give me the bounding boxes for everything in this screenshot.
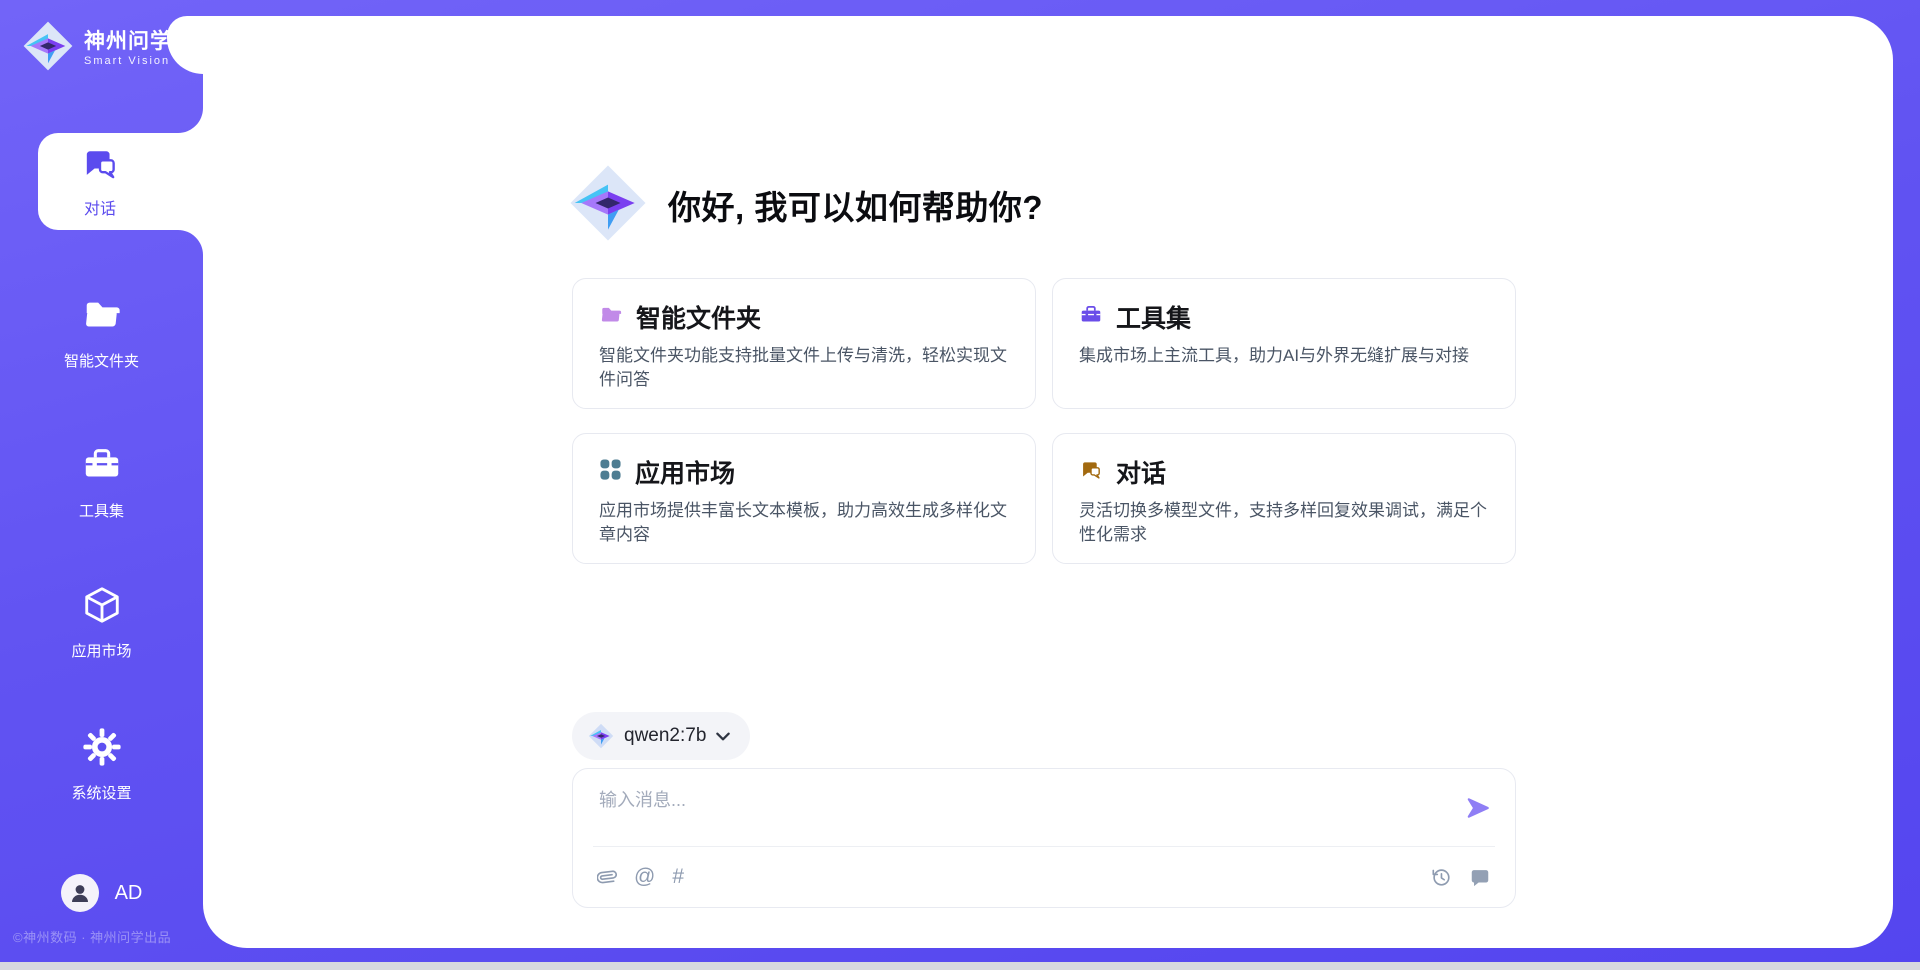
card-title: 应用市场 (635, 454, 735, 490)
composer-right-tools (1430, 866, 1491, 888)
toolbox-icon (81, 444, 123, 491)
card-smart-folder[interactable]: 智能文件夹 智能文件夹功能支持批量文件上传与清洗，轻松实现文件问答 (572, 278, 1036, 409)
paperclip-icon[interactable] (597, 866, 617, 888)
hash-icon[interactable]: # (672, 866, 684, 888)
user-name: AD (115, 882, 143, 905)
gear-icon (81, 726, 123, 773)
brand-name: 神州问学 (84, 30, 172, 54)
sidebar-item-label: 对话 (84, 195, 116, 219)
tab-fillet-bottom (178, 230, 203, 255)
at-icon[interactable]: @ (634, 866, 655, 888)
sidebar: 神州问学 Smart Vision 对话 (0, 0, 203, 970)
chat-icon (80, 144, 120, 189)
sidebar-item-settings[interactable]: 系统设置 (0, 726, 203, 803)
card-description: 集成市场上主流工具，助力AI与外界无缝扩展与对接 (1079, 344, 1489, 368)
brand-subtitle: Smart Vision (84, 54, 172, 68)
message-composer: @ # (572, 768, 1516, 908)
sidebar-item-label: 应用市场 (71, 640, 131, 661)
tab-fillet-top (178, 108, 203, 133)
sidebar-item-app-market[interactable]: 应用市场 (0, 584, 203, 661)
sidebar-item-chat[interactable]: 对话 (38, 133, 203, 230)
avatar (61, 874, 99, 912)
apps-icon (599, 458, 622, 486)
card-title: 智能文件夹 (636, 299, 761, 335)
composer-toolbar: @ # (597, 860, 1491, 894)
greeting: 你好, 我可以如何帮助你? (568, 164, 1043, 246)
card-title: 工具集 (1116, 299, 1191, 335)
brand-text: 神州问学 Smart Vision (84, 30, 172, 68)
bottom-strip (0, 962, 1920, 970)
toolbox-icon (1079, 303, 1103, 332)
composer-left-tools: @ # (597, 866, 684, 888)
sidebar-footer: ©神州数码 · 神州问学出品 (13, 927, 171, 946)
diamond-logo-icon (568, 163, 648, 248)
folder-icon (599, 303, 623, 332)
card-header: 应用市场 (599, 454, 1009, 490)
feature-cards: 智能文件夹 智能文件夹功能支持批量文件上传与清洗，轻松实现文件问答 工具集 集成… (572, 278, 1516, 564)
card-description: 灵活切换多模型文件，支持多样回复效果调试，满足个性化需求 (1079, 499, 1489, 547)
card-app-market[interactable]: 应用市场 应用市场提供丰富长文本模板，助力高效生成多样化文章内容 (572, 433, 1036, 564)
send-icon[interactable] (1465, 795, 1491, 821)
diamond-logo-icon (588, 723, 614, 749)
sidebar-item-label: 智能文件夹 (64, 350, 139, 371)
card-toolbox[interactable]: 工具集 集成市场上主流工具，助力AI与外界无缝扩展与对接 (1052, 278, 1516, 409)
sidebar-item-label: 系统设置 (71, 782, 131, 803)
diamond-logo-icon (22, 20, 74, 77)
cube-icon (81, 584, 123, 631)
card-chat[interactable]: 对话 灵活切换多模型文件，支持多样回复效果调试，满足个性化需求 (1052, 433, 1516, 564)
app-window: 神州问学 Smart Vision 对话 (0, 0, 1920, 970)
message-input[interactable] (597, 784, 1437, 832)
avatar-icon (68, 881, 92, 905)
card-title: 对话 (1116, 454, 1166, 490)
card-header: 工具集 (1079, 299, 1489, 335)
composer-divider (593, 846, 1495, 847)
history-icon[interactable] (1430, 866, 1452, 888)
model-selector[interactable]: qwen2:7b (572, 712, 750, 760)
card-description: 应用市场提供丰富长文本模板，助力高效生成多样化文章内容 (599, 499, 1009, 547)
model-name: qwen2:7b (624, 725, 706, 747)
user-profile[interactable]: AD (0, 874, 203, 912)
card-header: 智能文件夹 (599, 299, 1009, 335)
sidebar-item-toolbox[interactable]: 工具集 (0, 444, 203, 521)
card-header: 对话 (1079, 454, 1489, 490)
card-description: 智能文件夹功能支持批量文件上传与清洗，轻松实现文件问答 (599, 344, 1009, 392)
sidebar-item-smart-folder[interactable]: 智能文件夹 (0, 294, 203, 371)
folder-icon (81, 294, 123, 341)
chevron-down-icon (716, 732, 730, 741)
brand-logo: 神州问学 Smart Vision (22, 20, 172, 77)
greeting-text: 你好, 我可以如何帮助你? (668, 181, 1043, 229)
chat-icon (1079, 458, 1103, 487)
sidebar-item-label: 工具集 (79, 500, 124, 521)
chat-bubble-icon[interactable] (1469, 866, 1491, 888)
